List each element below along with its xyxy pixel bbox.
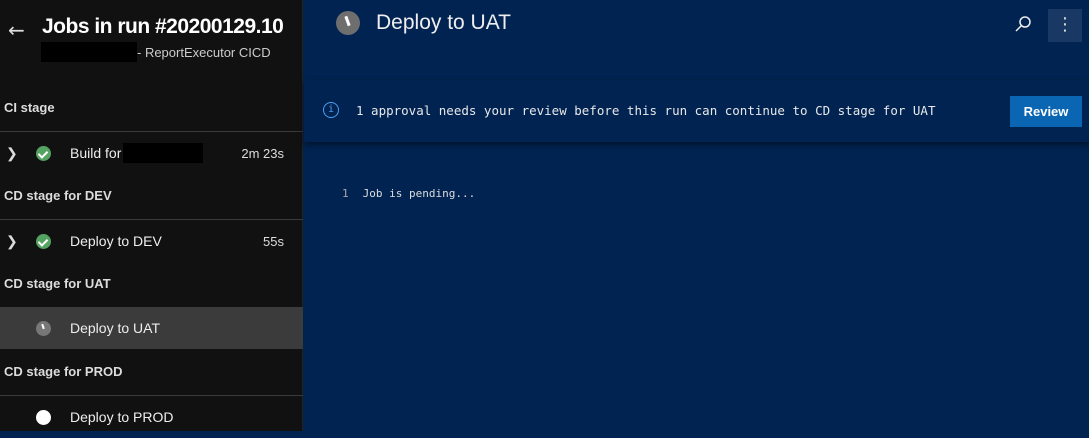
search-icon[interactable]: [1013, 14, 1033, 34]
job-deploy-prod[interactable]: Deploy to PROD: [0, 396, 303, 438]
job-build[interactable]: ❯ Build for 2m 23s: [0, 132, 303, 174]
job-deploy-uat[interactable]: Deploy to UAT: [0, 307, 303, 349]
stage-header-dev: CD stage for DEV: [4, 188, 112, 203]
chevron-right-icon[interactable]: ❯: [6, 233, 18, 250]
run-title: Jobs in run #20200129.10: [42, 15, 284, 38]
success-check-icon: [36, 145, 51, 161]
approval-message: 1 approval needs your review before this…: [356, 103, 936, 118]
job-name: Deploy to DEV: [70, 233, 162, 249]
more-options-button[interactable]: ⋮: [1048, 9, 1082, 42]
line-number: 1: [342, 187, 349, 200]
review-button[interactable]: Review: [1010, 96, 1082, 127]
redacted-block: [41, 42, 137, 62]
pipeline-name: - ReportExecutor CICD: [137, 44, 271, 60]
approval-banner: i 1 approval needs your review before th…: [304, 80, 1089, 142]
job-deploy-dev[interactable]: ❯ Deploy to DEV 55s: [0, 220, 303, 262]
queued-circle-icon: [36, 409, 51, 425]
clock-pending-icon: [336, 11, 360, 35]
log-output: 1 Job is pending...: [342, 187, 475, 200]
job-duration: 2m 23s: [241, 145, 284, 161]
stage-header-ci: CI stage: [4, 100, 55, 115]
stage-header-prod: CD stage for PROD: [4, 364, 123, 379]
run-subtitle: - ReportExecutor CICD: [41, 42, 271, 62]
info-icon: i: [323, 102, 339, 118]
jobs-sidebar: ← Jobs in run #20200129.10 - ReportExecu…: [0, 0, 303, 431]
stage-header-uat: CD stage for UAT: [4, 276, 111, 291]
clock-pending-icon: [36, 320, 51, 336]
job-name: Deploy to UAT: [70, 320, 160, 336]
chevron-right-icon[interactable]: ❯: [6, 145, 18, 162]
log-line: Job is pending...: [362, 187, 476, 200]
redacted-block: [123, 143, 204, 163]
back-arrow-icon[interactable]: ←: [8, 18, 25, 42]
job-name: Deploy to PROD: [70, 409, 174, 425]
job-name: Build for: [70, 145, 122, 161]
success-check-icon: [36, 233, 51, 249]
job-duration: 55s: [263, 233, 284, 249]
job-title: Deploy to UAT: [376, 11, 511, 34]
